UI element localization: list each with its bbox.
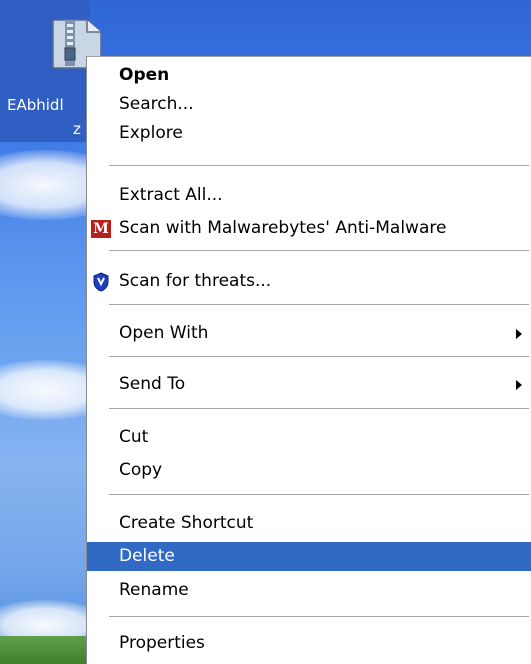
menu-item-label: Create Shortcut (119, 513, 254, 533)
menu-separator (109, 165, 529, 166)
menu-item-open-with[interactable]: Open With (87, 319, 531, 348)
menu-item-create-shortcut[interactable]: Create Shortcut (87, 509, 531, 538)
submenu-arrow-icon (516, 329, 522, 339)
menu-item-label: Search... (119, 94, 194, 114)
menu-item-delete[interactable]: Delete (87, 542, 531, 571)
menu-item-label: Open (119, 65, 170, 85)
menu-separator (109, 356, 529, 357)
menu-separator (109, 616, 529, 617)
menu-item-properties[interactable]: Properties (87, 629, 531, 658)
menu-separator (109, 304, 529, 305)
menu-item-scan-threats[interactable]: Scan for threats... (87, 267, 531, 296)
menu-separator (109, 408, 529, 409)
menu-item-explore[interactable]: Explore (87, 119, 531, 148)
menu-separator (109, 494, 529, 495)
menu-item-extract-all[interactable]: Extract All... (87, 181, 531, 210)
menu-item-label: Rename (119, 580, 189, 600)
menu-item-scan-malwarebytes[interactable]: M Scan with Malwarebytes' Anti-Malware (87, 214, 531, 243)
menu-item-label: Send To (119, 374, 186, 394)
menu-item-label: Open With (119, 323, 209, 343)
menu-item-copy[interactable]: Copy (87, 456, 531, 485)
desktop-icon-selected[interactable]: EAbhidl z (0, 0, 102, 142)
submenu-arrow-icon (516, 380, 522, 390)
malwarebytes-icon: M (91, 220, 111, 238)
menu-item-rename[interactable]: Rename (87, 576, 531, 605)
menu-item-cut[interactable]: Cut (87, 423, 531, 452)
menu-item-label: Explore (119, 123, 183, 143)
menu-separator (109, 250, 529, 251)
menu-item-send-to[interactable]: Send To (87, 370, 531, 399)
desktop: EAbhidl z Open Search... Explore Extract… (0, 0, 531, 664)
shield-icon (93, 272, 109, 292)
menu-item-open[interactable]: Open (87, 61, 531, 90)
menu-item-label: Cut (119, 427, 149, 447)
menu-item-label: Extract All... (119, 185, 223, 205)
menu-item-label: Properties (119, 633, 205, 653)
menu-item-label: Scan with Malwarebytes' Anti-Malware (119, 218, 447, 238)
menu-item-search[interactable]: Search... (87, 90, 531, 119)
menu-item-label: Copy (119, 460, 163, 480)
desktop-icon-label: EAbhidl (7, 96, 64, 114)
context-menu: Open Search... Explore Extract All... M … (86, 56, 531, 664)
desktop-icon-label-line2: z (73, 120, 81, 138)
menu-item-label: Scan for threats... (119, 271, 272, 291)
menu-item-label: Delete (119, 546, 175, 566)
